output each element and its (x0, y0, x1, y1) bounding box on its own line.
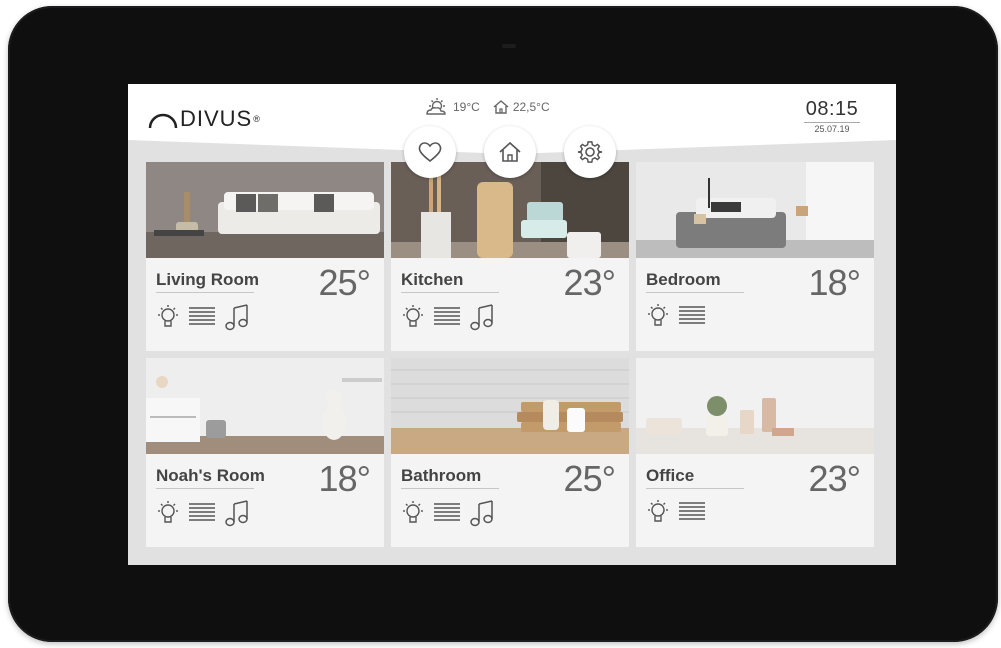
house-icon (493, 100, 509, 114)
room-temperature: 18° (808, 262, 861, 303)
room-controls (156, 498, 258, 533)
room-card-office[interactable]: Office 23° (636, 358, 874, 547)
room-controls (156, 302, 258, 337)
blinds-icon[interactable] (188, 306, 216, 333)
room-temperature: 23° (563, 262, 616, 303)
room-card-noahs-room[interactable]: Noah's Room 18° (146, 358, 384, 547)
room-card-kitchen[interactable]: Kitchen 23° (391, 162, 629, 351)
clock-time: 08:15 (805, 98, 859, 120)
logo-arc-icon (148, 113, 178, 129)
room-temperature: 18° (318, 458, 371, 499)
office-photo (636, 358, 874, 454)
outdoor-temperature: 19°C (424, 98, 480, 116)
divus-logo: DIVUS ® (148, 104, 261, 134)
living-room-photo (146, 162, 384, 258)
room-name-underline (156, 488, 254, 489)
room-name: Bedroom (646, 270, 721, 289)
room-controls (401, 302, 503, 337)
blinds-icon[interactable] (433, 502, 461, 529)
indoor-temp-value: 22,5°C (512, 100, 550, 114)
room-name: Living Room (156, 270, 259, 289)
settings-button[interactable] (564, 126, 616, 178)
music-note-icon[interactable] (469, 302, 495, 337)
logo-text: DIVUS (180, 106, 253, 131)
registered-mark: ® (253, 114, 261, 124)
front-camera (502, 44, 516, 48)
smart-home-screen: DIVUS ® 19°C 22,5°C 08:15 25.07.19 Livin… (128, 84, 896, 565)
home-icon (499, 141, 521, 162)
clock-date: 25.07.19 (814, 124, 850, 134)
blinds-icon[interactable] (188, 502, 216, 529)
room-name-underline (401, 292, 499, 293)
room-controls (646, 498, 714, 531)
music-note-icon[interactable] (469, 498, 495, 533)
blinds-icon[interactable] (678, 501, 706, 528)
indoor-temperature: 22,5°C (492, 99, 550, 115)
room-controls (646, 302, 714, 335)
room-name: Noah's Room (156, 466, 265, 485)
music-note-icon[interactable] (224, 498, 250, 533)
room-temperature: 25° (318, 262, 371, 303)
light-bulb-icon[interactable] (646, 498, 670, 531)
blinds-icon[interactable] (678, 305, 706, 332)
room-name-underline (401, 488, 499, 489)
room-name: Kitchen (401, 270, 464, 289)
room-temperature: 23° (808, 458, 861, 499)
weather-readout: 19°C 22,5°C (424, 98, 562, 116)
room-name: Office (646, 466, 695, 485)
gear-icon (577, 141, 603, 163)
room-name: Bathroom (401, 466, 482, 485)
room-card-bathroom[interactable]: Bathroom 25° (391, 358, 629, 547)
light-bulb-icon[interactable] (401, 499, 425, 532)
room-name-underline (156, 292, 254, 293)
heart-icon (418, 142, 442, 163)
bedroom-photo (636, 162, 874, 258)
outdoor-temp-value: 19°C (453, 100, 480, 114)
room-name-underline (646, 488, 744, 489)
home-button[interactable] (484, 126, 536, 178)
blinds-icon[interactable] (433, 306, 461, 333)
room-name-underline (646, 292, 744, 293)
light-bulb-icon[interactable] (156, 303, 180, 336)
bathroom-photo (391, 358, 629, 454)
room-card-living-room[interactable]: Living Room 25° (146, 162, 384, 351)
room-card-bedroom[interactable]: Bedroom 18° (636, 162, 874, 351)
room-controls (401, 498, 503, 533)
room-temperature: 25° (563, 458, 616, 499)
noahs-room-photo (146, 358, 384, 454)
light-bulb-icon[interactable] (156, 499, 180, 532)
music-note-icon[interactable] (224, 302, 250, 337)
favorites-button[interactable] (404, 126, 456, 178)
clock-divider (804, 122, 860, 123)
light-bulb-icon[interactable] (646, 302, 670, 335)
clock: 08:15 25.07.19 (800, 98, 864, 134)
light-bulb-icon[interactable] (401, 303, 425, 336)
sun-cloud-icon (426, 98, 446, 115)
